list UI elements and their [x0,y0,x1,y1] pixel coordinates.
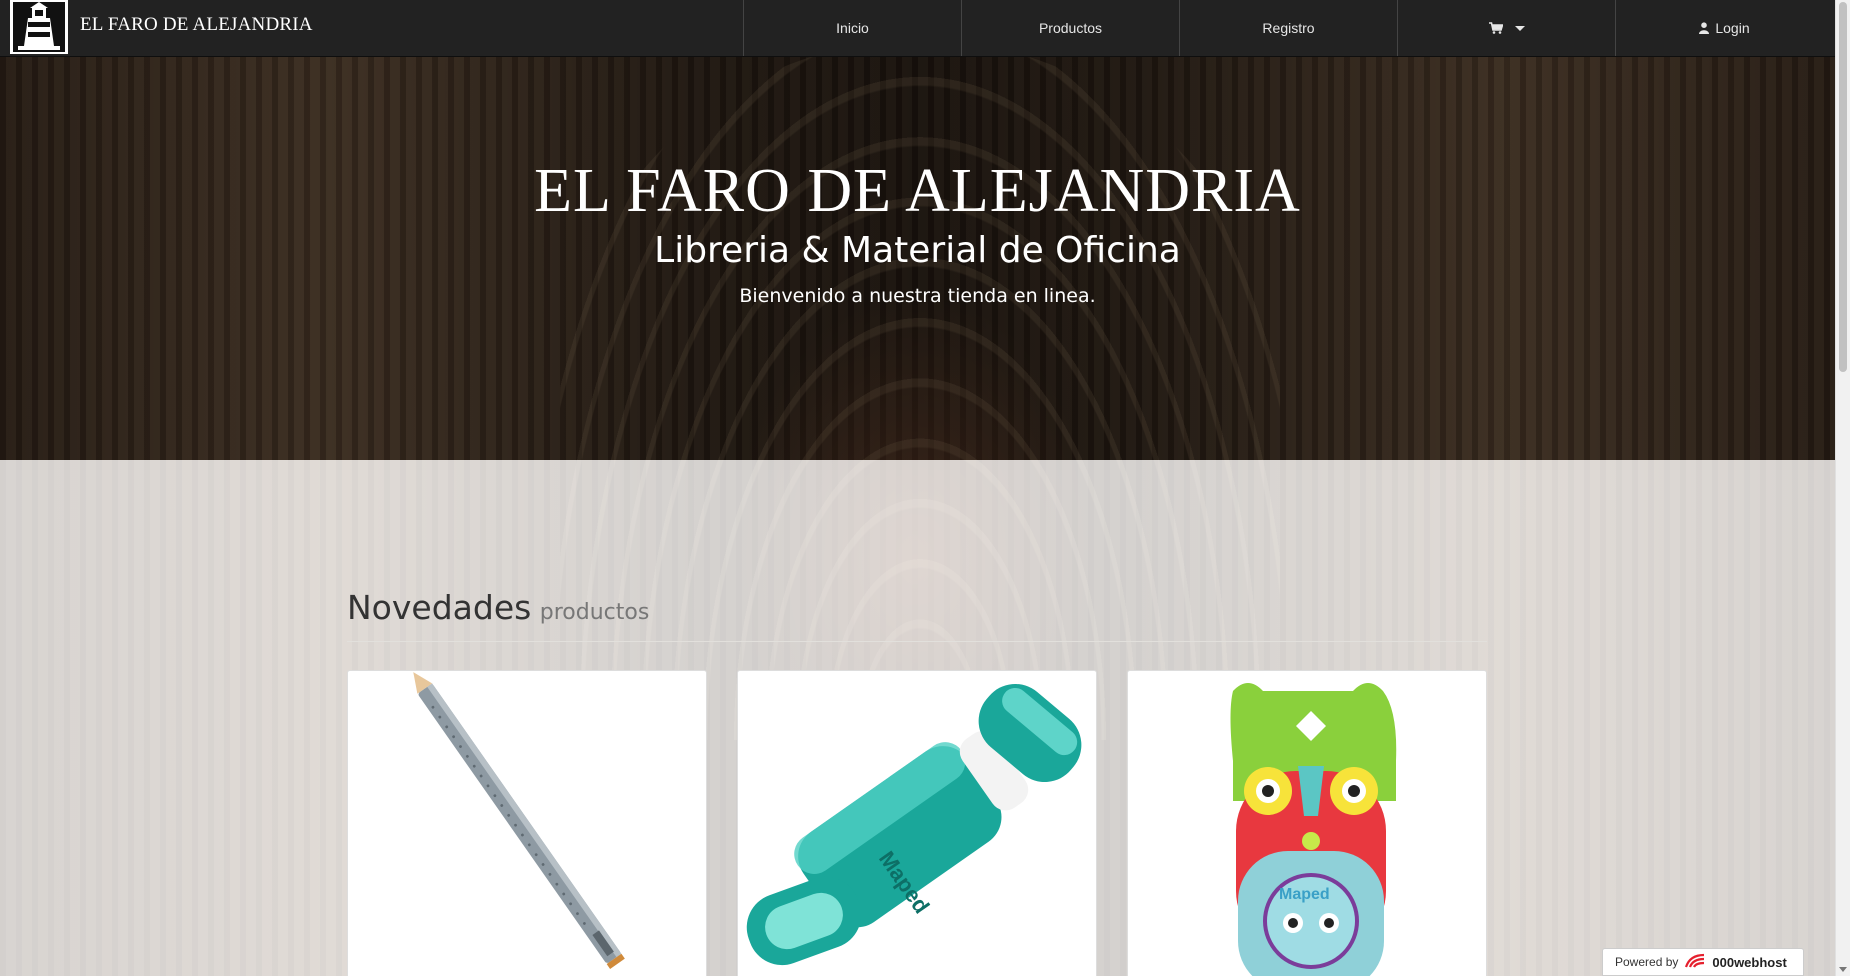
top-navbar: EL FARO DE ALEJANDRIA Inicio Productos R… [0,0,1835,57]
hero-tagline: Bienvenido a nuestra tienda en linea. [739,285,1096,307]
section-title: Novedades [347,588,532,627]
novedades-header: Novedades productos [347,588,1487,642]
hero-subtitle: Libreria & Material de Oficina [654,230,1181,271]
brand-name[interactable]: EL FARO DE ALEJANDRIA [80,14,313,36]
lighthouse-logo-icon[interactable] [10,0,68,54]
product-card-eraser-sharpener[interactable]: Maped [737,670,1097,976]
nav-item-inicio[interactable]: Inicio [743,0,961,56]
chevron-down-icon [1514,25,1525,31]
webhost-logo-icon [1684,953,1706,972]
scrollbar-thumb[interactable] [1839,2,1847,372]
nav-item-registro[interactable]: Registro [1179,0,1397,56]
owl-sharpener-product-image: Maped [1230,683,1397,976]
main-nav: Inicio Productos Registro Login [743,0,1833,56]
nav-item-label: Login [1715,20,1750,36]
nav-item-label: Productos [1038,20,1103,36]
webhost-name: 000webhost [1712,954,1787,970]
vertical-scrollbar[interactable] [1835,0,1850,976]
powered-by-label: Powered by [1615,955,1679,969]
nav-item-label: Registro [1262,20,1315,36]
powered-by-badge[interactable]: Powered by 000webhost [1602,948,1804,976]
pencil-product-image [413,672,625,969]
hero-section: EL FARO DE ALEJANDRIA Libreria & Materia… [0,140,1835,307]
shopping-cart-icon [1488,22,1503,34]
product-card-pencil[interactable] [347,670,707,976]
nav-item-label: Inicio [836,20,869,36]
product-card-owl-sharpener[interactable]: Maped [1127,670,1487,976]
nav-item-login[interactable]: Login [1615,0,1833,56]
nav-item-productos[interactable]: Productos [961,0,1179,56]
scroll-down-arrow-icon[interactable] [1839,967,1847,972]
user-icon [1699,22,1710,34]
eraser-sharpener-product-image: Maped [746,683,1082,966]
svg-text:Maped: Maped [1279,886,1330,903]
hero-title: EL FARO DE ALEJANDRIA [534,157,1301,225]
nav-item-cart-dropdown[interactable] [1397,0,1615,56]
section-subtitle: productos [539,600,650,625]
product-grid: Maped Maped [347,670,1487,976]
